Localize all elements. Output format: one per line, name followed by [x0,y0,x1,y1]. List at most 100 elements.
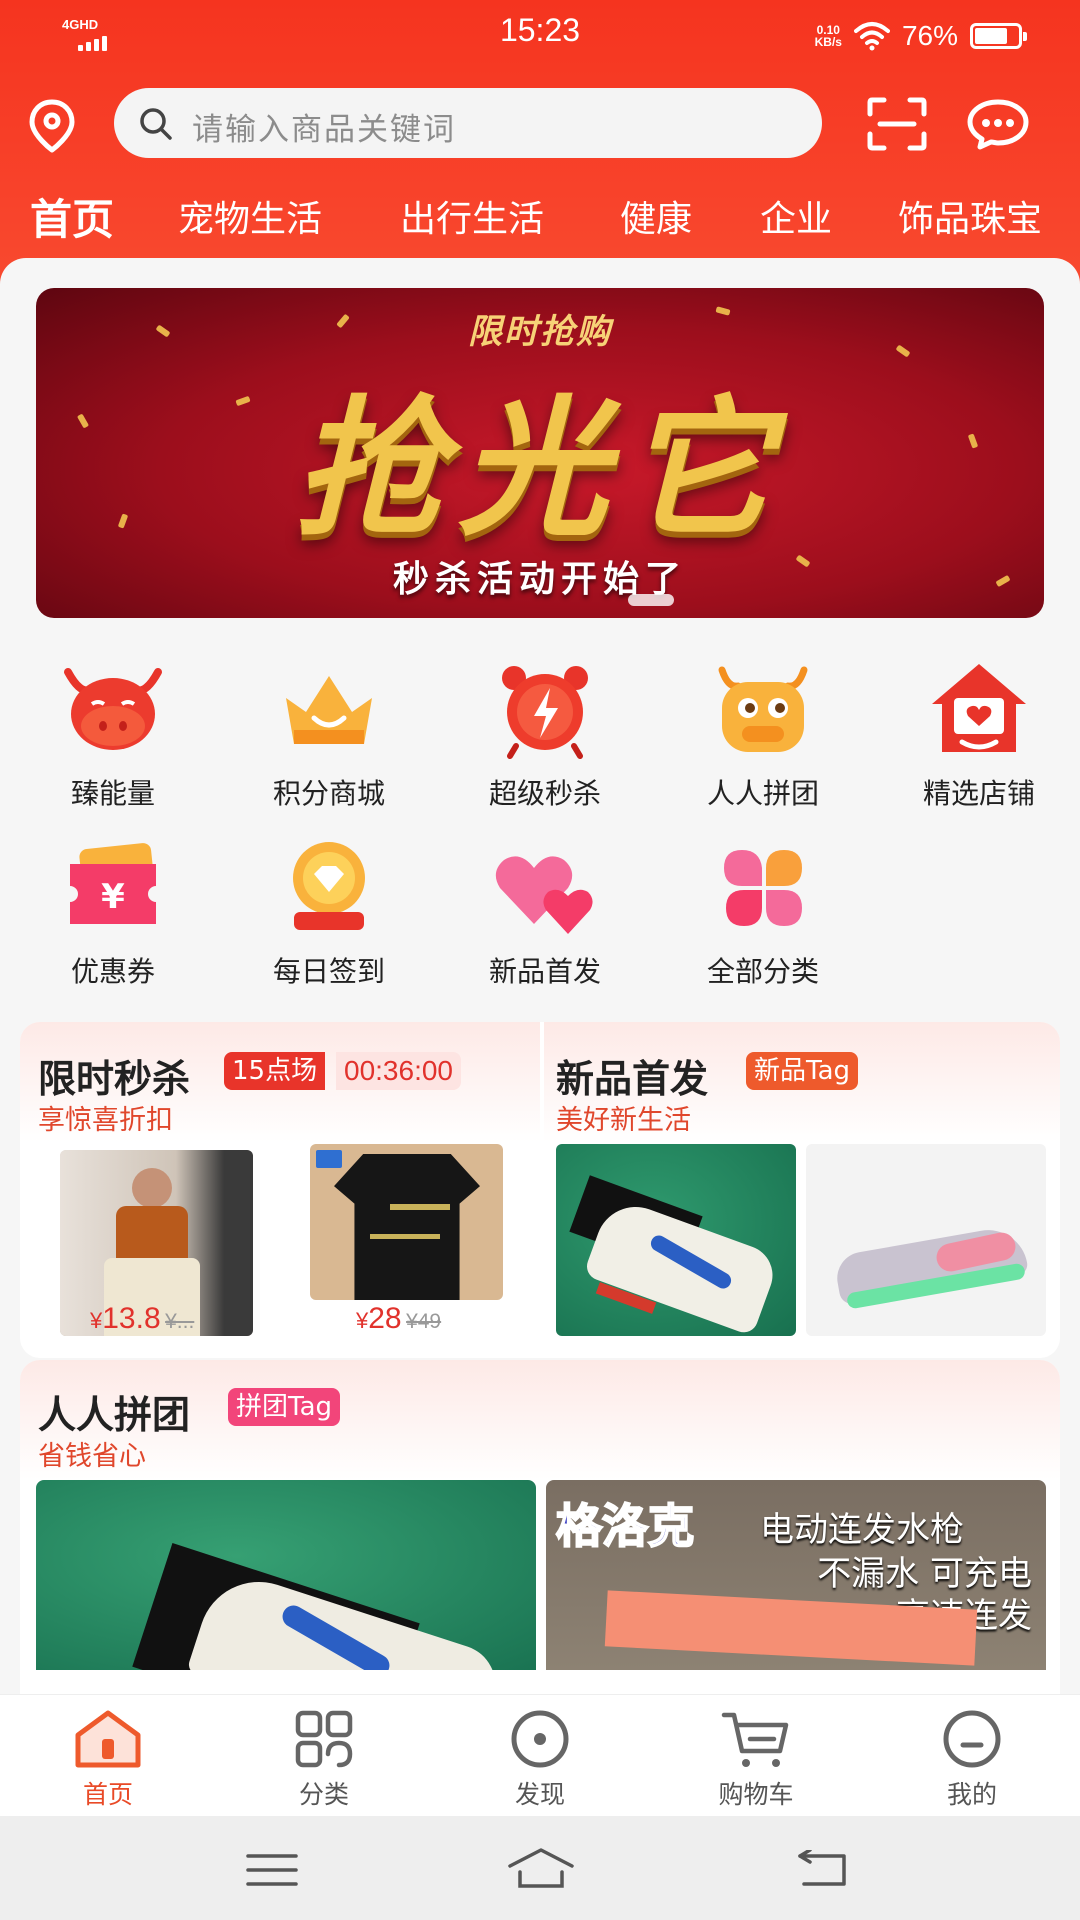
banner-top-text: 限时抢购 [468,312,612,352]
grid-item-coupons[interactable]: ¥ 优惠券 [18,838,198,998]
home-icon [75,1710,141,1768]
group-product-2-image[interactable]: 格洛克 电动连发水枪 不漏水 可充电 高速连发 [546,1480,1046,1670]
grid-item-daily-checkin[interactable]: 每日签到 [234,838,414,998]
nav-label: 购物车 [718,1780,794,1809]
clover-icon [724,850,802,926]
nav-label: 我的 [946,1780,997,1809]
price-symbol: ¥ [356,1308,369,1333]
profile-icon [943,1710,1001,1768]
grid-label: 优惠券 [70,955,155,988]
flash-sale-countdown: 00:36:00 [336,1052,461,1090]
nav-home[interactable]: 首页 [38,1709,178,1809]
price-symbol: ¥ [90,1308,103,1333]
grid-label: 全部分类 [706,955,819,988]
group-buy-title[interactable]: 人人拼团 [38,1384,190,1439]
grid-label: 臻能量 [70,777,155,810]
grid-label: 人人拼团 [706,777,819,810]
new-arrivals-subtitle: 美好新生活 [556,1105,691,1136]
net-speed: 0.10 KB/s [815,24,842,48]
discover-icon [511,1710,569,1768]
scan-icon[interactable] [866,96,928,152]
grid-label: 积分商城 [272,777,385,810]
carousel-indicator [628,594,674,606]
tab-health[interactable]: 健康 [620,190,692,242]
grid-item-super-flash[interactable]: 超级秒杀 [450,660,630,820]
location-icon[interactable] [24,98,80,154]
tab-home[interactable]: 首页 [30,186,114,247]
nav-label: 首页 [82,1780,133,1809]
nav-discover[interactable]: 发现 [470,1709,610,1809]
new-product-2-image[interactable] [806,1144,1046,1336]
crown-icon [286,676,372,744]
old-price: ¥49 [406,1310,442,1333]
banner-headline: 抢光它 [293,383,786,557]
back-icon[interactable] [796,1850,848,1890]
old-price: ¥... [165,1310,195,1333]
grid-label: 精选店铺 [922,777,1035,810]
banner-subtitle: 秒杀活动开始了 [392,559,687,600]
nav-profile[interactable]: 我的 [902,1709,1042,1809]
grid-label: 超级秒杀 [488,777,601,810]
promo-brand: 格洛克 [555,1498,695,1554]
battery-percent: 76% [901,20,958,51]
tab-enterprise[interactable]: 企业 [760,190,832,242]
flash-sale-session: 15点场 [224,1052,326,1090]
category-tabs: 首页 宠物生活 出行生活 健康 企业 饰品珠宝 [0,190,1080,250]
nav-label: 发现 [514,1780,565,1809]
search-icon [140,108,172,140]
group-product-1-image[interactable] [36,1480,536,1670]
status-right: 0.10 KB/s 76% [815,16,1027,56]
bottom-nav: 首页 分类 发现 购物车 我的 [0,1694,1080,1816]
svg-text:¥: ¥ [101,877,125,917]
system-home-icon[interactable] [506,1846,576,1890]
grid-item-group-buy[interactable]: 人人拼团 [668,660,848,820]
nav-label: 分类 [298,1780,349,1809]
nav-cart[interactable]: 购物车 [686,1709,826,1809]
header: 4GHD 15:23 0.10 KB/s 76% 请输入商品关键词 首页 宠物生… [0,0,1080,290]
flash-product-2-image[interactable] [310,1144,503,1300]
flash-sale-subtitle: 享惊喜折扣 [38,1105,173,1136]
battery-icon [970,23,1027,49]
grid-label: 每日签到 [272,955,385,988]
price-value: 28 [368,1302,402,1335]
grid-item-new-arrivals[interactable]: 新品首发 [450,838,630,998]
tab-pet-life[interactable]: 宠物生活 [178,190,322,242]
search-bar[interactable]: 请输入商品关键词 [114,88,822,158]
cow-group-icon [718,666,808,752]
coupon-icon: ¥ [70,843,156,924]
battery-fill [975,28,1007,44]
flash-product-2-price: ¥28 ¥49 [356,1302,441,1336]
grid-item-points-mall[interactable]: 积分商城 [234,660,414,820]
status-bar: 4GHD 15:23 0.10 KB/s 76% [0,0,1080,70]
promo-banner[interactable]: 限时抢购 抢光它 秒杀活动开始了 [36,288,1044,618]
grid-item-energy[interactable]: 臻能量 [18,660,198,820]
hearts-icon [495,856,593,934]
category-icon [295,1710,353,1768]
wifi-icon [853,22,890,51]
alarm-clock-icon [502,666,588,759]
grid-item-all-categories[interactable]: 全部分类 [668,838,848,998]
net-speed-unit: KB/s [814,35,842,49]
grid-label: 新品首发 [488,955,601,988]
cow-face-icon [64,668,162,750]
group-buy-subtitle: 省钱省心 [38,1441,146,1472]
nav-category[interactable]: 分类 [254,1709,394,1809]
sign-in-medal-icon [293,842,365,930]
grid-item-featured-shops[interactable]: 精选店铺 [884,660,1064,820]
search-placeholder: 请输入商品关键词 [192,112,456,148]
tab-jewelry[interactable]: 饰品珠宝 [898,190,1042,242]
shop-house-icon [932,664,1026,752]
system-nav-bar [0,1816,1080,1920]
message-icon[interactable] [966,98,1030,150]
promo-line-1: 电动连发水枪 [760,1510,964,1550]
new-arrivals-title[interactable]: 新品首发 [556,1048,708,1103]
new-arrivals-tag: 新品Tag [746,1052,859,1090]
menu-icon[interactable] [246,1852,298,1888]
cart-icon [721,1712,789,1767]
tab-travel-life[interactable]: 出行生活 [400,190,544,242]
flash-sale-title[interactable]: 限时秒杀 [38,1048,190,1103]
group-buy-tag: 拼团Tag [228,1388,341,1426]
new-product-1-image[interactable] [556,1144,796,1336]
flash-product-1-price: ¥13.8 ¥... [90,1302,194,1336]
price-value: 13.8 [102,1302,161,1335]
